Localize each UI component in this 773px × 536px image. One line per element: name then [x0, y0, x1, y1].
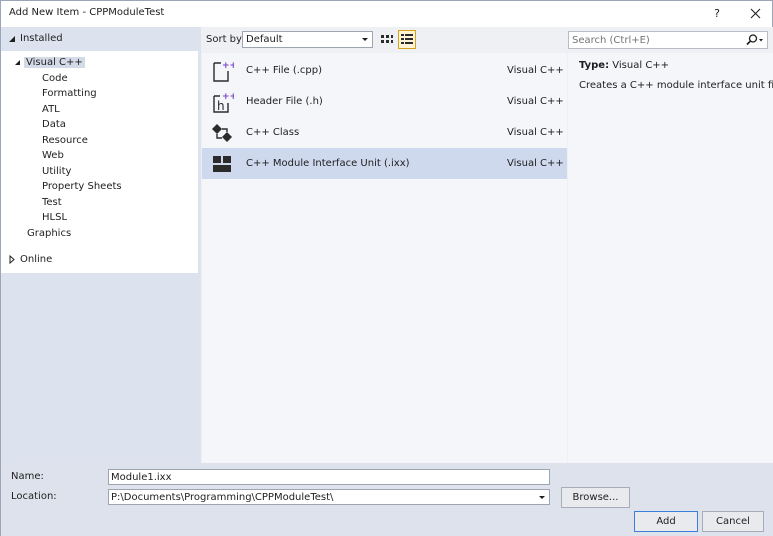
- type-value: Visual C++: [612, 60, 670, 71]
- browse-button[interactable]: Browse...: [561, 487, 630, 508]
- search-icon[interactable]: [743, 33, 765, 47]
- chevron-down-icon: [362, 38, 368, 41]
- item-language: Visual C++: [507, 96, 564, 107]
- tree-node-utility[interactable]: Utility: [42, 164, 71, 179]
- search-box[interactable]: [568, 31, 768, 49]
- template-list: ++ C++ File (.cpp) Visual C++ h ++ Heade…: [202, 53, 567, 463]
- item-language: Visual C++: [507, 65, 564, 76]
- item-language: Visual C++: [507, 127, 564, 138]
- tree-node-resource[interactable]: Resource: [42, 133, 88, 148]
- sort-label: Sort by:: [206, 34, 245, 45]
- tree-node-label: Visual C++: [24, 57, 85, 68]
- item-name: C++ Module Interface Unit (.ixx): [246, 158, 410, 169]
- close-icon: [750, 8, 761, 19]
- tree-node-visual-cpp[interactable]: Visual C++: [24, 55, 85, 70]
- search-input[interactable]: [572, 34, 742, 46]
- item-name: C++ File (.cpp): [246, 65, 323, 76]
- tree-node-test[interactable]: Test: [42, 195, 62, 210]
- tree-node-code[interactable]: Code: [42, 71, 68, 86]
- template-description: Creates a C++ module interface unit file: [579, 80, 773, 91]
- category-tree: Visual C++ Code Formatting ATL Data Reso…: [1, 51, 198, 273]
- title-bar: Add New Item - CPPModuleTest ?: [1, 1, 772, 27]
- medium-icons-view-button[interactable]: [377, 30, 395, 49]
- chevron-down-icon[interactable]: [537, 490, 547, 504]
- add-button[interactable]: Add: [634, 511, 698, 532]
- window-title: Add New Item - CPPModuleTest: [9, 7, 165, 18]
- list-view-icon: [401, 34, 413, 44]
- item-name: Header File (.h): [246, 96, 323, 107]
- item-name: C++ Class: [246, 127, 300, 138]
- search-bar-area: [567, 27, 773, 53]
- installed-label: Installed: [20, 33, 63, 44]
- tree-node-data[interactable]: Data: [42, 117, 66, 132]
- sort-dropdown[interactable]: Default: [242, 31, 373, 48]
- cpp-class-icon: [212, 124, 232, 142]
- grid-view-icon: [381, 35, 393, 43]
- category-pane: Installed Visual C++ Code Formatting ATL…: [1, 27, 201, 463]
- sort-toolbar: Sort by: Default: [202, 27, 567, 53]
- tree-node-hlsl[interactable]: HLSL: [42, 210, 67, 225]
- sort-value: Default: [246, 34, 283, 45]
- list-item[interactable]: h ++ Header File (.h) Visual C++: [202, 86, 567, 117]
- online-header[interactable]: Online: [1, 251, 198, 269]
- cancel-button[interactable]: Cancel: [702, 511, 764, 532]
- list-item-selected[interactable]: C++ Module Interface Unit (.ixx) Visual …: [202, 148, 567, 179]
- name-field[interactable]: [108, 469, 550, 485]
- name-input[interactable]: [111, 471, 531, 483]
- online-label: Online: [20, 254, 53, 265]
- installed-header[interactable]: Installed: [1, 27, 201, 51]
- header-file-icon: h ++: [213, 92, 234, 113]
- tree-node-atl[interactable]: ATL: [42, 102, 60, 117]
- help-button[interactable]: ?: [707, 5, 727, 23]
- item-language: Visual C++: [507, 158, 564, 169]
- name-label: Name:: [11, 471, 44, 482]
- collapse-triangle-icon: [9, 36, 15, 42]
- svg-text:++: ++: [222, 61, 234, 71]
- add-new-item-dialog: Add New Item - CPPModuleTest ? Installed…: [0, 0, 773, 536]
- list-item[interactable]: ++ C++ File (.cpp) Visual C++: [202, 55, 567, 86]
- item-form: Name: Location: Browse... Add Cancel: [1, 463, 773, 536]
- expand-triangle-outline-icon: [9, 254, 15, 265]
- cpp-file-icon: ++: [213, 61, 234, 82]
- tree-node-web[interactable]: Web: [42, 148, 64, 163]
- details-pane: Type: Visual C++ Creates a C++ module in…: [568, 53, 773, 463]
- svg-text:++: ++: [222, 92, 234, 102]
- tree-node-property-sheets[interactable]: Property Sheets: [42, 179, 122, 194]
- location-input[interactable]: [111, 491, 531, 503]
- expand-triangle-icon: [15, 60, 20, 65]
- close-button[interactable]: [743, 5, 767, 23]
- tree-node-formatting[interactable]: Formatting: [42, 86, 97, 101]
- module-interface-icon: [213, 156, 231, 172]
- type-line: Type: Visual C++: [579, 60, 669, 71]
- tree-node-graphics[interactable]: Graphics: [27, 226, 71, 241]
- type-label: Type:: [579, 60, 610, 71]
- list-item[interactable]: C++ Class Visual C++: [202, 117, 567, 148]
- location-label: Location:: [11, 491, 57, 502]
- location-field[interactable]: [108, 489, 550, 505]
- details-view-button[interactable]: [398, 30, 416, 49]
